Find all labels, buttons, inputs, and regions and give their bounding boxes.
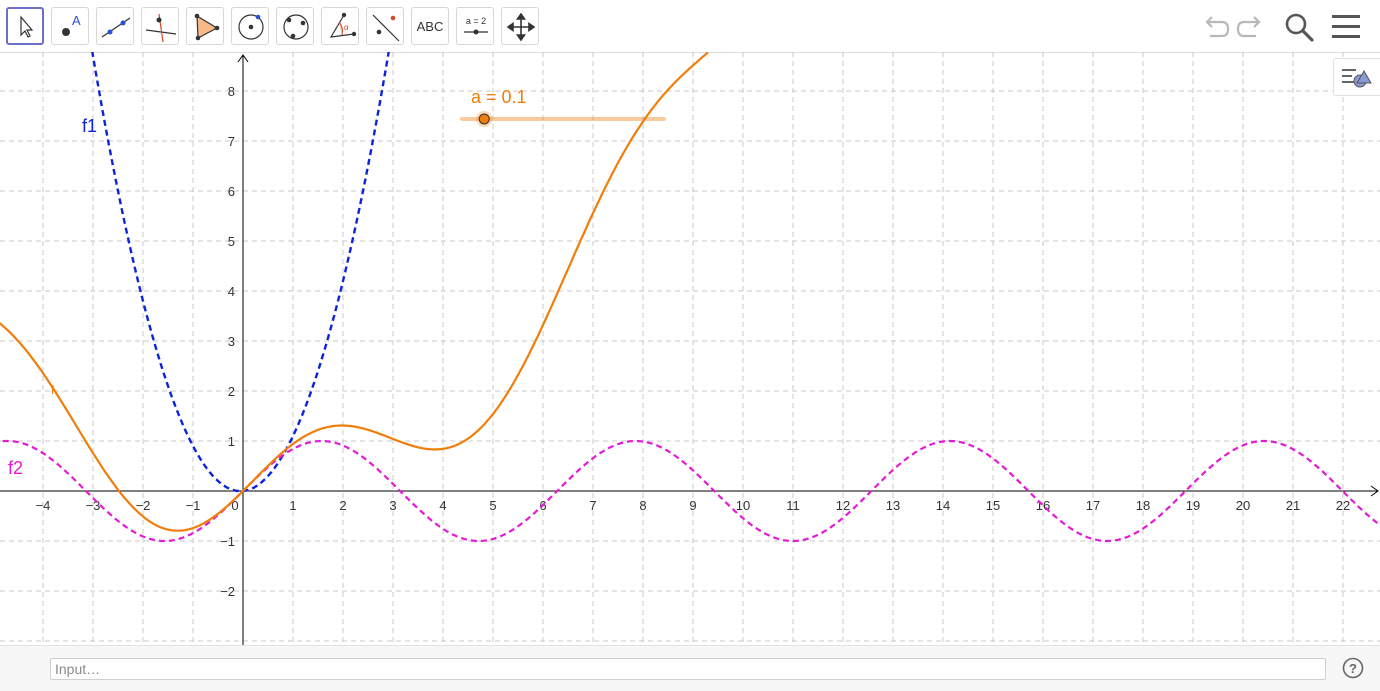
x-tick-label: 9: [689, 498, 696, 513]
algebra-input[interactable]: [50, 658, 1326, 680]
x-tick-label: 20: [1236, 498, 1250, 513]
y-tick-label: 4: [228, 284, 235, 299]
x-tick-label: −3: [86, 498, 101, 513]
x-tick-label: 4: [439, 498, 446, 513]
x-tick-label: 3: [389, 498, 396, 513]
x-tick-label: 17: [1086, 498, 1100, 513]
input-bar: ?: [0, 645, 1380, 691]
svg-text:α: α: [344, 23, 349, 32]
x-tick-label: 21: [1286, 498, 1300, 513]
slider-a[interactable]: a = 0.1: [460, 87, 666, 127]
graphics-canvas[interactable]: −4 −3 −2 −1 0 1 2 3 4 5 6 7 8 9 10 11 12 13 14 15 16 17 18 19 20…: [0, 52, 1380, 645]
svg-text:A: A: [72, 13, 81, 28]
x-tick-label: 18: [1136, 498, 1150, 513]
point-tool-button[interactable]: A: [51, 7, 89, 45]
x-tick-label: 10: [736, 498, 750, 513]
conic-tool-button[interactable]: [276, 7, 314, 45]
x-tick-label: −1: [186, 498, 201, 513]
x-tick-label: 1: [289, 498, 296, 513]
reflect-tool-button[interactable]: [366, 7, 404, 45]
line-tool-button[interactable]: [96, 7, 134, 45]
x-tick-label: 2: [339, 498, 346, 513]
x-tick-label: 12: [836, 498, 850, 513]
y-tick-label: −1: [220, 534, 235, 549]
y-tick-label: 3: [228, 334, 235, 349]
move-tool-button[interactable]: [6, 7, 44, 45]
x-tick-label: 11: [786, 498, 800, 513]
angle-tool-button[interactable]: α: [321, 7, 359, 45]
arrow-cursor-icon: [20, 15, 34, 38]
curve-label-f2[interactable]: f2: [8, 458, 23, 478]
svg-text:a = 2: a = 2: [466, 16, 486, 26]
y-tick-label: −2: [220, 584, 235, 599]
y-tick-label: 5: [228, 234, 235, 249]
menu-icon[interactable]: [1330, 10, 1364, 44]
move-graphics-tool-button[interactable]: [501, 7, 539, 45]
grid: [0, 52, 1380, 645]
text-tool-button[interactable]: ABC: [411, 7, 449, 45]
point-icon: A: [62, 13, 81, 36]
x-tick-label: 5: [489, 498, 496, 513]
redo-icon[interactable]: [1234, 10, 1268, 44]
y-tick-label: 2: [228, 384, 235, 399]
x-tick-label: 14: [936, 498, 950, 513]
perpendicular-tool-button[interactable]: [141, 7, 179, 45]
y-tick-label: 8: [228, 84, 235, 99]
search-icon[interactable]: [1282, 10, 1316, 44]
x-tick-label: 15: [986, 498, 1000, 513]
graphics-view[interactable]: −4 −3 −2 −1 0 1 2 3 4 5 6 7 8 9 10 11 12 13 14 15 16 17 18 19 20…: [0, 52, 1380, 645]
x-tick-label: 19: [1186, 498, 1200, 513]
circle-tool-button[interactable]: [231, 7, 269, 45]
style-bar-icon: [1342, 69, 1372, 88]
perpendicular-line-icon: [145, 13, 177, 43]
curve-label-f1[interactable]: f1: [82, 116, 97, 136]
slider-tool-button[interactable]: a = 2: [456, 7, 494, 45]
angle-icon: α: [329, 12, 357, 38]
move-arrows-icon: [506, 12, 536, 42]
y-tick-label: 7: [228, 134, 235, 149]
svg-text:?: ?: [1349, 661, 1357, 676]
slider-handle[interactable]: [478, 113, 490, 125]
slider-label: a = 0.1: [471, 87, 527, 107]
toolbar: A α ABC a = 2: [0, 0, 1380, 53]
style-bar-toggle[interactable]: [1333, 58, 1380, 96]
circle-center-point-icon: [238, 14, 264, 40]
y-tick-label: 1: [228, 434, 235, 449]
help-icon[interactable]: ?: [1342, 657, 1364, 679]
polygon-tool-button[interactable]: [186, 7, 224, 45]
polygon-icon: [194, 13, 220, 41]
x-tick-label: −4: [36, 498, 51, 513]
axes: [0, 54, 1379, 645]
y-tick-label: 6: [228, 184, 235, 199]
line-icon: [101, 17, 131, 38]
x-tick-label: 22: [1336, 498, 1350, 513]
slider-icon: a = 2: [464, 16, 488, 35]
x-tick-label: 13: [886, 498, 900, 513]
circle-three-points-icon: [283, 14, 309, 40]
reflect-icon: [372, 14, 400, 42]
x-tick-label: 8: [639, 498, 646, 513]
undo-icon[interactable]: [1198, 10, 1232, 44]
text-icon: ABC: [416, 18, 444, 34]
x-tick-label: 7: [589, 498, 596, 513]
